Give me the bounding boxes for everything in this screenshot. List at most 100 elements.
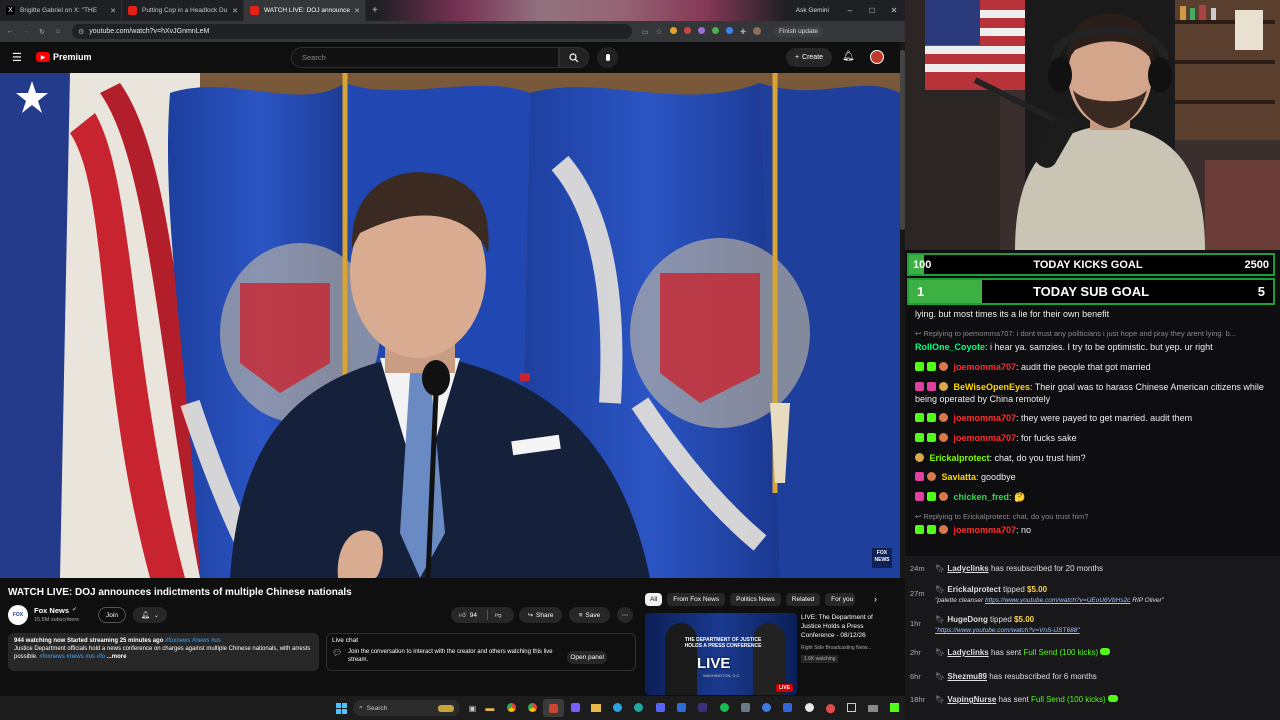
notifications-bell-icon[interactable]: 🔔︎ [842, 51, 855, 62]
site-info-icon[interactable]: ⚙ [78, 28, 84, 36]
app-icon[interactable] [564, 699, 585, 717]
subscribed-bell-button[interactable]: 🔔︎ ⌄ [133, 607, 167, 623]
profile-avatar-icon[interactable] [750, 26, 764, 37]
back-icon[interactable]: ← [2, 28, 18, 35]
description-more-link[interactable]: ...more [107, 654, 127, 660]
event-note-link[interactable]: https://www.youtube.com/watch?v=UEoU6VbH… [985, 597, 1130, 604]
channel-name[interactable]: Fox News [34, 606, 69, 615]
kick-app-icon[interactable] [884, 699, 905, 717]
telegram-icon[interactable] [607, 699, 628, 717]
app-icon[interactable] [692, 699, 713, 717]
extension-icon[interactable] [708, 27, 722, 36]
event-user[interactable]: HugeDong [947, 615, 987, 624]
search-input[interactable]: Search [291, 47, 559, 68]
like-count[interactable]: 94 [470, 612, 477, 619]
active-app-icon[interactable] [543, 699, 565, 717]
save-button[interactable]: ≡ Save [569, 607, 610, 623]
event-user[interactable]: Ladyclinks [947, 564, 988, 573]
app-icon[interactable] [841, 699, 862, 717]
browser-tab-x[interactable]: X Brigitte Gabriel on X: "THE ✕ [0, 0, 122, 21]
chrome-profile-icon[interactable] [522, 699, 543, 717]
home-icon[interactable]: ⌂ [50, 28, 66, 35]
close-tab-icon[interactable]: ✕ [354, 7, 360, 15]
chip-from-fox-news[interactable]: From Fox News [667, 593, 726, 606]
open-panel-button[interactable]: Open panel [567, 651, 608, 664]
channel-avatar[interactable]: FOX [8, 605, 28, 625]
word-icon[interactable] [671, 699, 692, 717]
app-icon[interactable] [756, 699, 777, 717]
account-avatar[interactable] [870, 50, 884, 64]
youtube-logo[interactable]: ▶ Premium [36, 52, 92, 62]
windows-start-icon[interactable] [336, 702, 347, 714]
reload-icon[interactable]: ↻ [34, 28, 50, 36]
share-button[interactable]: ↪ Share [519, 607, 562, 623]
ask-gemini-button[interactable]: Ask Gemini [796, 7, 829, 14]
app-icon[interactable] [650, 699, 671, 717]
browser-tab-doj[interactable]: WATCH LIVE: DOJ announce ✕ [244, 0, 366, 21]
chat-username[interactable]: RollOne_Coyote [915, 342, 985, 352]
thumbs-down-icon[interactable]: 👎︎ [495, 611, 502, 619]
chip-all[interactable]: All [645, 593, 663, 606]
chat-username[interactable]: joemomma707 [954, 433, 1017, 443]
video-player[interactable]: FOX NEWS [0, 73, 900, 578]
close-tab-icon[interactable]: ✕ [232, 7, 238, 15]
description-box[interactable]: 944 watching now Started streaming 25 mi… [8, 633, 319, 671]
extensions-puzzle-icon[interactable]: ✚ [736, 28, 750, 36]
extension-icon[interactable] [694, 27, 708, 36]
install-app-icon[interactable]: ▭ [638, 28, 652, 36]
thumbs-up-icon[interactable]: 👍︎ [459, 611, 466, 619]
maps-pin-icon[interactable]: ⬤ [820, 703, 841, 714]
extension-icon[interactable] [666, 27, 680, 36]
chip-related[interactable]: Related [785, 593, 821, 606]
app-icon[interactable] [735, 699, 756, 717]
event-user[interactable]: Ladyclinks [947, 648, 988, 657]
app-icon[interactable] [777, 699, 798, 717]
voice-search-button[interactable] [597, 47, 618, 68]
chat-username[interactable]: chicken_fred [954, 492, 1010, 502]
edge-icon[interactable] [628, 699, 649, 717]
file-explorer-icon[interactable]: ▬ [479, 703, 500, 713]
chat-username[interactable]: joemomma707 [954, 413, 1017, 423]
maximize-window-icon[interactable]: ☐ [861, 7, 883, 15]
bookmark-star-icon[interactable]: ☆ [652, 28, 666, 36]
recommended-title[interactable]: LIVE: The Department of Justice Holds a … [801, 614, 887, 640]
search-button[interactable] [559, 47, 589, 68]
hamburger-menu-icon[interactable]: ☰ [12, 51, 22, 64]
chat-username[interactable]: Erickalprotect [930, 453, 990, 463]
extension-icon[interactable] [680, 27, 694, 36]
description-tags-2[interactable]: #foxnews #news #us #fo [39, 654, 105, 660]
minimize-window-icon[interactable]: – [839, 6, 861, 15]
extension-icon[interactable] [722, 27, 736, 36]
task-view-icon[interactable]: ▣ [466, 704, 480, 713]
address-bar[interactable]: ⚙ youtube.com/watch?v=hXvJGnmnLeM [72, 24, 632, 39]
app-icon[interactable] [863, 699, 884, 717]
taskbar-search[interactable]: ⌕ Search [353, 700, 460, 716]
event-user[interactable]: Shezmu89 [947, 672, 987, 681]
url-text[interactable]: youtube.com/watch?v=hXvJGnmnLeM [89, 28, 209, 35]
finish-update-button[interactable]: Finish update [774, 26, 824, 37]
chat-username[interactable]: BeWiseOpenEyes [954, 382, 1030, 392]
chrome-app-icon[interactable] [500, 699, 521, 717]
chat-username[interactable]: joemomma707 [954, 362, 1017, 372]
recommended-thumbnail[interactable]: THE DEPARTMENT OF JUSTICE HOLDS A PRESS … [645, 613, 797, 695]
more-actions-button[interactable]: ⋯ [617, 607, 633, 623]
chips-next-icon[interactable]: › [874, 594, 877, 604]
forward-icon[interactable]: → [18, 28, 34, 35]
close-tab-icon[interactable]: ✕ [110, 7, 116, 15]
description-tags[interactable]: #foxnews #news #us [165, 638, 221, 644]
chat-username[interactable]: joemomma707 [954, 525, 1017, 535]
chip-for-you[interactable]: For you [825, 593, 856, 606]
folder-icon[interactable] [586, 699, 607, 717]
event-user[interactable]: Erickalprotect [947, 585, 1000, 594]
app-icon[interactable] [799, 699, 820, 717]
create-button[interactable]: + Create [786, 48, 832, 67]
chip-politics-news[interactable]: Politics News [730, 593, 781, 606]
chat-username[interactable]: Saviatta [942, 472, 977, 482]
close-window-icon[interactable]: ✕ [883, 6, 905, 15]
spotify-icon[interactable] [713, 699, 734, 717]
event-user[interactable]: VapingNurse [947, 695, 996, 704]
recommended-channel[interactable]: Right Side Broadcasting Netw... [801, 645, 891, 651]
browser-tab-headlock[interactable]: Putting Cop in a Headlock Du ✕ [122, 0, 244, 21]
event-note-link[interactable]: "https://www.youtube.com/watch?v=VnS-iJS… [935, 627, 1080, 634]
join-button[interactable]: Join [98, 607, 126, 623]
